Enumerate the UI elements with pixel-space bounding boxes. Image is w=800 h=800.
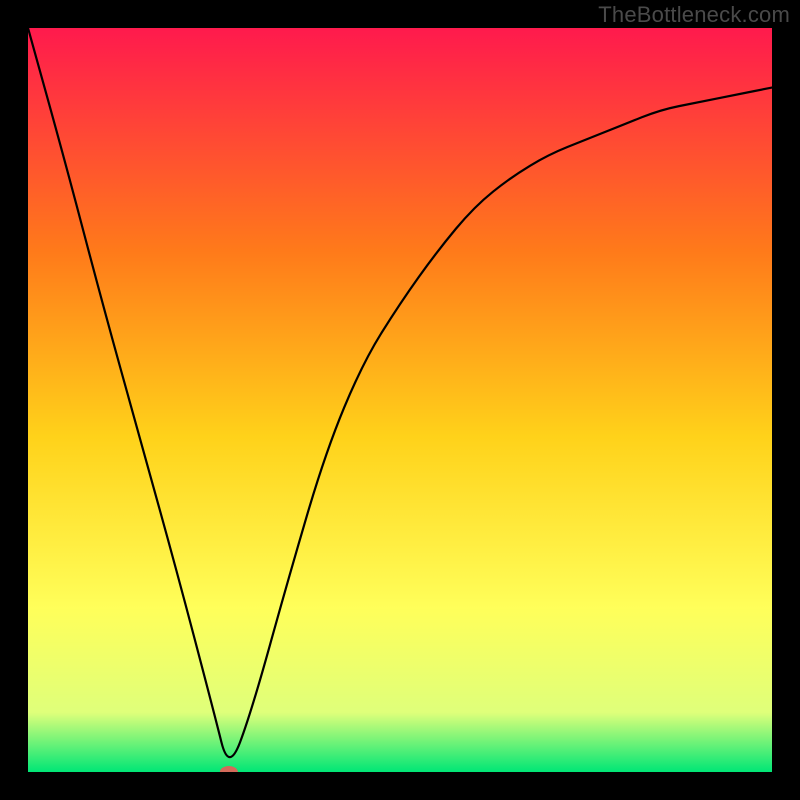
chart-svg [28,28,772,772]
watermark-text: TheBottleneck.com [598,2,790,28]
gradient-background [28,28,772,772]
plot-area [28,28,772,772]
chart-frame: TheBottleneck.com [0,0,800,800]
